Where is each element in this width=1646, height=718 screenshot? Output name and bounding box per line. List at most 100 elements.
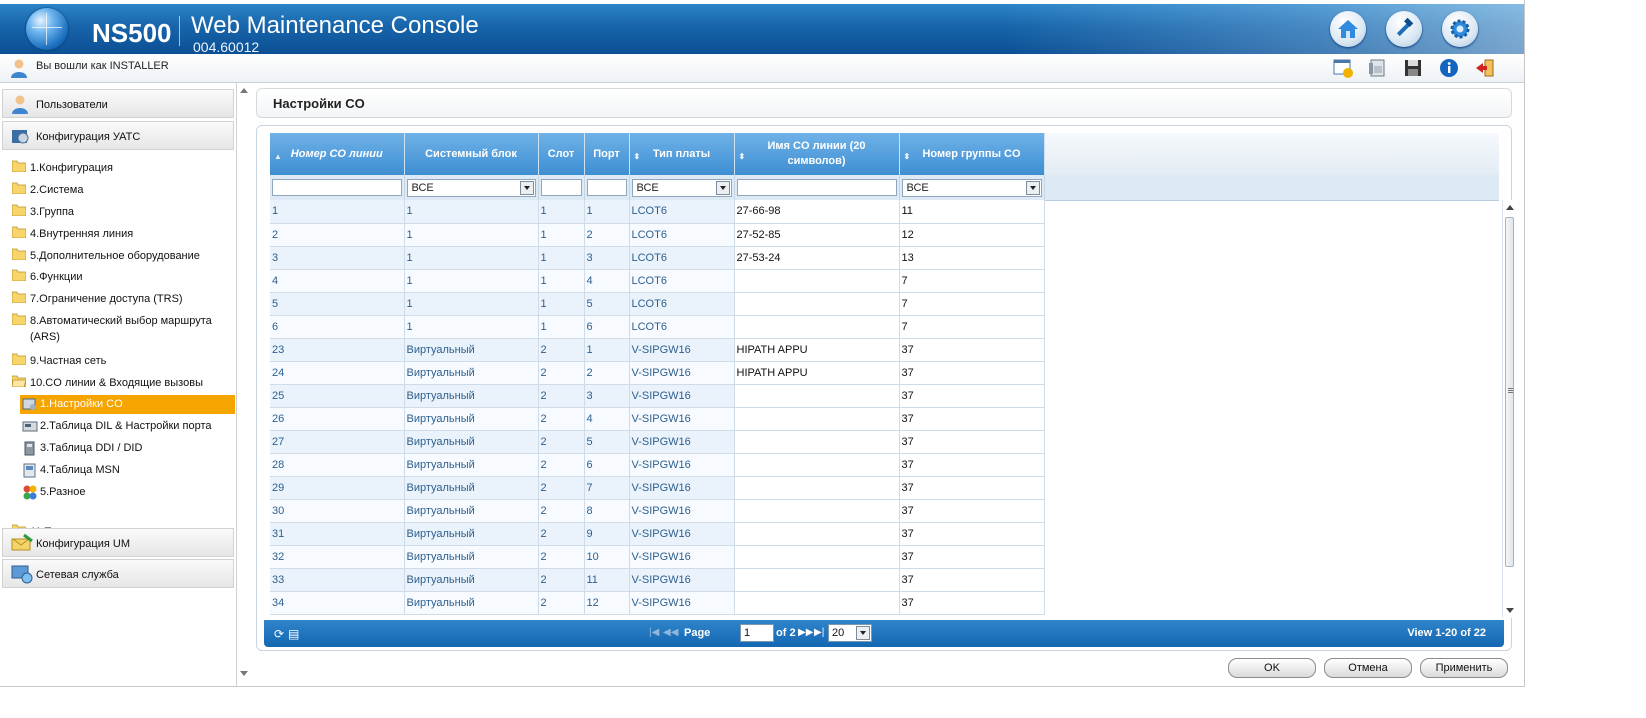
tree-item[interactable]: 2.Система — [12, 179, 234, 197]
cell-co-name[interactable] — [734, 269, 900, 293]
cell-co-name[interactable] — [734, 453, 900, 477]
cell-co-name[interactable]: HIPATH APPU — [734, 361, 900, 385]
ok-button[interactable]: OK — [1228, 658, 1316, 678]
chevron-down-icon[interactable] — [715, 180, 730, 195]
sidebar-scrollbar[interactable] — [238, 83, 250, 686]
column-header-slot[interactable]: Слот — [538, 133, 585, 175]
tree-item[interactable]: 9.Частная сеть — [12, 350, 234, 368]
cell-co-group[interactable]: 7 — [899, 269, 1045, 293]
cell-co-group[interactable]: 37 — [899, 407, 1045, 431]
cell-co-group[interactable]: 37 — [899, 384, 1045, 408]
filter-card-type-select[interactable]: ВСЕ — [631, 178, 732, 197]
last-page-icon[interactable]: ▶| — [814, 627, 824, 638]
filter-co-group-select[interactable]: ВСЕ — [901, 178, 1042, 197]
info-icon[interactable] — [1438, 57, 1460, 79]
table-row[interactable]: 28 Виртуальный 2 6 V-SIPGW16 37 — [270, 453, 1045, 477]
chevron-down-icon[interactable] — [856, 626, 870, 640]
scroll-thumb[interactable] — [1505, 217, 1514, 567]
table-row[interactable]: 34 Виртуальный 2 12 V-SIPGW16 37 — [270, 591, 1045, 615]
chevron-down-icon[interactable] — [519, 180, 534, 195]
cell-co-name[interactable]: 27-53-24 — [734, 246, 900, 270]
cell-co-name[interactable]: 27-66-98 — [734, 200, 900, 224]
table-row[interactable]: 3 1 1 3 LCOT6 27-53-24 13 — [270, 246, 1045, 270]
cell-co-group[interactable]: 37 — [899, 591, 1045, 615]
page-number-input[interactable]: 1 — [740, 624, 774, 642]
cell-co-name[interactable] — [734, 407, 900, 431]
tree-subitem[interactable]: 5.Разное — [20, 483, 235, 502]
column-header-port[interactable]: Порт — [584, 133, 630, 175]
column-header-co-number[interactable]: ▲ Номер CO линии — [270, 133, 405, 175]
cell-co-group[interactable]: 37 — [899, 499, 1045, 523]
cell-co-name[interactable]: HIPATH APPU — [734, 338, 900, 362]
cell-co-name[interactable] — [734, 545, 900, 569]
section-pbx-config[interactable]: Конфигурация УАТС — [2, 121, 234, 150]
tree-item[interactable]: 1.Конфигурация — [12, 157, 234, 175]
cell-co-name[interactable] — [734, 476, 900, 500]
phone-icon[interactable] — [1366, 57, 1388, 79]
cell-co-group[interactable]: 37 — [899, 545, 1045, 569]
cell-co-group[interactable]: 12 — [899, 223, 1045, 247]
save-icon[interactable] — [1402, 57, 1424, 79]
cell-co-name[interactable] — [734, 568, 900, 592]
filter-slot-input[interactable] — [540, 179, 582, 196]
cell-co-group[interactable]: 13 — [899, 246, 1045, 270]
scroll-up-icon[interactable] — [1506, 205, 1514, 210]
table-row[interactable]: 5 1 1 5 LCOT6 7 — [270, 292, 1045, 316]
table-row[interactable]: 4 1 1 4 LCOT6 7 — [270, 269, 1045, 293]
cell-co-group[interactable]: 37 — [899, 568, 1045, 592]
tools-icon[interactable] — [1386, 11, 1422, 47]
cell-co-name[interactable]: 27-52-85 — [734, 223, 900, 247]
cell-co-name[interactable] — [734, 430, 900, 454]
filter-port-input[interactable] — [586, 179, 627, 196]
table-row[interactable]: 24 Виртуальный 2 2 V-SIPGW16 HIPATH APPU 37 — [270, 361, 1045, 385]
table-row[interactable]: 33 Виртуальный 2 11 V-SIPGW16 37 — [270, 568, 1045, 592]
exit-icon[interactable] — [1474, 57, 1496, 79]
section-um-config[interactable]: Конфигурация UM — [2, 528, 234, 557]
cell-co-group[interactable]: 37 — [899, 476, 1045, 500]
tree-item[interactable]: 3.Группа — [12, 201, 234, 219]
table-row[interactable]: 1 1 1 1 LCOT6 27-66-98 11 — [270, 200, 1045, 224]
cancel-button[interactable]: Отмена — [1324, 658, 1412, 678]
column-header-co-group[interactable]: ⬍ Номер группы CO — [899, 133, 1045, 175]
cell-co-name[interactable] — [734, 522, 900, 546]
tree-item[interactable]: 6.Функции — [12, 266, 234, 284]
cell-co-group[interactable]: 7 — [899, 315, 1045, 339]
cell-co-name[interactable] — [734, 292, 900, 316]
table-row[interactable]: 6 1 1 6 LCOT6 7 — [270, 315, 1045, 339]
tree-item[interactable]: 10.CO линии & Входящие вызовы — [12, 372, 234, 390]
table-row[interactable]: 27 Виртуальный 2 5 V-SIPGW16 37 — [270, 430, 1045, 454]
table-row[interactable]: 30 Виртуальный 2 8 V-SIPGW16 37 — [270, 499, 1045, 523]
tree-subitem[interactable]: 1.Настройки CO — [20, 395, 235, 414]
tree-item[interactable]: 7.Ограничение доступа (TRS) — [12, 288, 234, 306]
filter-system-block-select[interactable]: ВСЕ — [406, 178, 536, 197]
page-size-select[interactable]: 20 — [828, 624, 872, 642]
table-row[interactable]: 31 Виртуальный 2 9 V-SIPGW16 37 — [270, 522, 1045, 546]
chevron-down-icon[interactable] — [1025, 180, 1040, 195]
grid-vertical-scrollbar[interactable] — [1502, 200, 1517, 618]
table-row[interactable]: 32 Виртуальный 2 10 V-SIPGW16 37 — [270, 545, 1045, 569]
filter-co-name-input[interactable] — [736, 179, 897, 196]
refresh-icon[interactable]: ⟳ — [274, 627, 284, 641]
copy-icon[interactable]: ▤ — [288, 627, 299, 641]
tree-subitem[interactable]: 2.Таблица DIL & Настройки порта — [20, 417, 235, 436]
table-row[interactable]: 25 Виртуальный 2 3 V-SIPGW16 37 — [270, 384, 1045, 408]
cell-co-group[interactable]: 7 — [899, 292, 1045, 316]
section-network-service[interactable]: Сетевая служба — [2, 559, 234, 588]
table-row[interactable]: 26 Виртуальный 2 4 V-SIPGW16 37 — [270, 407, 1045, 431]
tree-item[interactable]: 4.Внутренняя линия — [12, 223, 234, 241]
scroll-down-icon[interactable] — [1506, 608, 1514, 613]
cell-co-group[interactable]: 37 — [899, 453, 1045, 477]
tree-item[interactable]: 5.Дополнительное оборудование — [12, 245, 234, 263]
card-icon[interactable] — [1332, 57, 1354, 79]
apply-button[interactable]: Применить — [1420, 658, 1508, 678]
column-header-system-block[interactable]: Системный блок — [404, 133, 539, 175]
home-icon[interactable] — [1330, 11, 1366, 47]
prev-page-icon[interactable]: ◀◀ — [663, 627, 678, 638]
tree-subitem[interactable]: 4.Таблица MSN — [20, 461, 235, 480]
cell-co-group[interactable]: 37 — [899, 522, 1045, 546]
cell-co-group[interactable]: 37 — [899, 361, 1045, 385]
first-page-icon[interactable]: |◀ — [649, 627, 659, 638]
cell-co-name[interactable] — [734, 384, 900, 408]
cell-co-name[interactable] — [734, 499, 900, 523]
gear-icon[interactable] — [1442, 11, 1478, 47]
